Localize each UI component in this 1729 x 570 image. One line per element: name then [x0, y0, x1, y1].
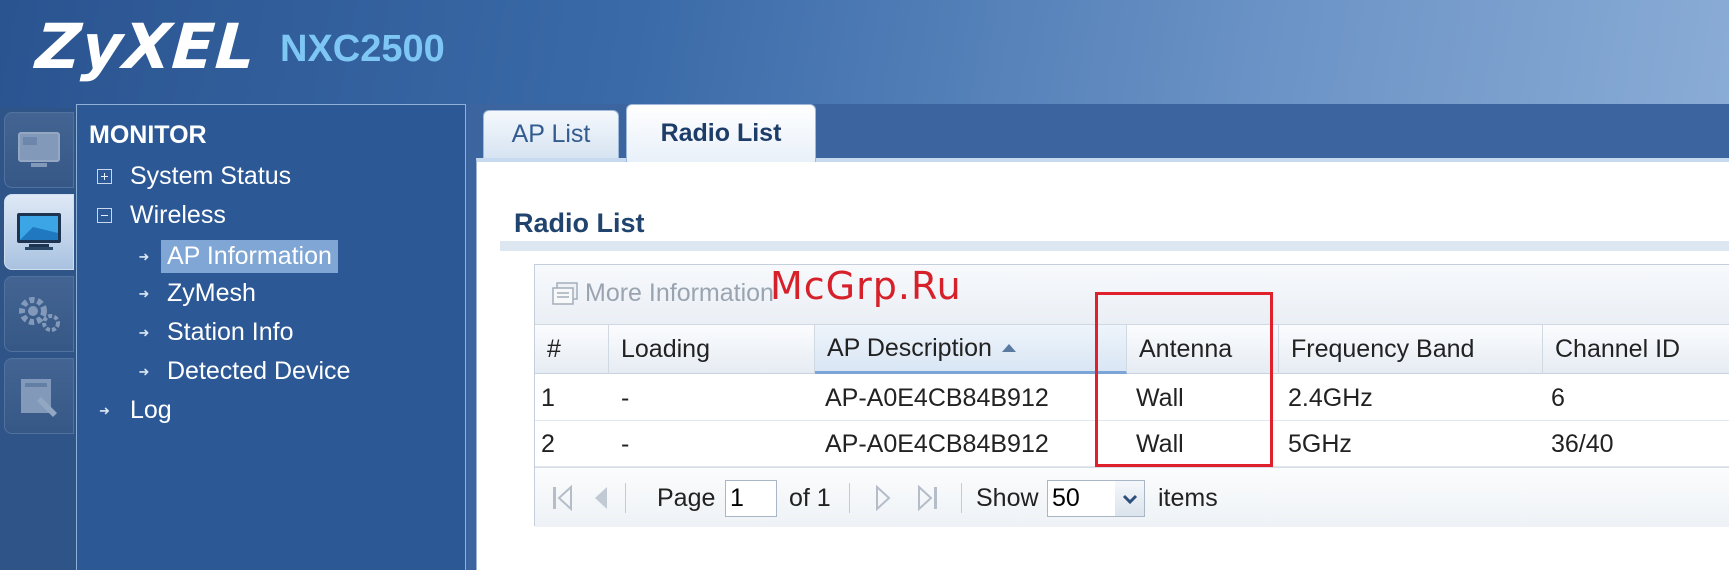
expand-plus-icon[interactable]	[97, 169, 112, 184]
show-label: Show	[976, 483, 1039, 512]
menu-item-label: System Status	[130, 162, 292, 190]
more-information-label: More Information	[585, 279, 774, 307]
cell-channel-id: 6	[1551, 383, 1565, 412]
menu-item-label: Wireless	[130, 201, 226, 229]
brand-logo: ZyXEL	[33, 10, 259, 83]
tab-ap-list[interactable]: AP List	[483, 110, 619, 158]
first-page-button[interactable]	[551, 468, 575, 528]
menu-item-label: Detected Device	[167, 357, 351, 385]
menu-item-log[interactable]: ➜ Log	[97, 396, 172, 425]
next-page-button[interactable]	[873, 468, 893, 528]
menu-item-wireless[interactable]: Wireless	[97, 201, 226, 230]
menu-item-zymesh[interactable]: ➜ ZyMesh	[133, 279, 256, 308]
watermark-text: McGrp.Ru	[770, 264, 962, 308]
arrow-bullet-icon: ➜	[138, 248, 150, 264]
more-information-icon	[552, 281, 578, 305]
pager-separator	[625, 483, 626, 513]
menu-title: MONITOR	[89, 121, 207, 149]
column-label: Channel ID	[1555, 335, 1681, 363]
arrow-bullet-icon: ➜	[99, 402, 110, 418]
model-name: NXC2500	[280, 28, 445, 70]
page-count-label: of 1	[789, 483, 831, 512]
cell-channel-id: 36/40	[1551, 429, 1614, 458]
menu-item-label: Log	[130, 396, 172, 424]
column-header-number[interactable]: #	[535, 325, 609, 374]
monitor-icon[interactable]	[4, 194, 74, 270]
menu-item-system-status[interactable]: System Status	[97, 162, 291, 191]
antenna-highlight-box	[1095, 292, 1273, 467]
column-header-frequency-band[interactable]: Frequency Band	[1279, 325, 1543, 374]
pager-separator	[849, 483, 850, 513]
page-label: Page	[657, 483, 716, 512]
previous-page-button[interactable]	[591, 468, 611, 528]
page-title: Radio List	[514, 208, 645, 238]
dashboard-icon[interactable]	[4, 112, 74, 188]
configuration-icon[interactable]	[4, 276, 74, 352]
chevron-down-icon	[1122, 494, 1137, 504]
heading-divider	[500, 241, 1729, 251]
column-header-loading[interactable]: Loading	[609, 325, 815, 374]
maintenance-icon[interactable]	[4, 358, 74, 434]
menu-item-station-info[interactable]: ➜ Station Info	[133, 318, 294, 347]
cell-frequency-band: 2.4GHz	[1288, 383, 1373, 412]
navigation-menu: MONITOR System Status Wireless ➜ AP Info…	[76, 104, 466, 570]
page-size-select[interactable]: 50	[1047, 480, 1117, 517]
items-label: items	[1158, 483, 1218, 512]
column-header-ap-description[interactable]: AP Description	[815, 325, 1127, 374]
cell-ap-description: AP-A0E4CB84B912	[825, 383, 1049, 412]
cell-loading: -	[621, 429, 630, 458]
previous-page-icon	[595, 487, 607, 509]
column-label: Frequency Band	[1291, 335, 1475, 363]
icon-rail	[0, 108, 76, 570]
cell-ap-description: AP-A0E4CB84B912	[825, 429, 1049, 458]
menu-item-detected-device[interactable]: ➜ Detected Device	[133, 357, 351, 386]
menu-item-label: AP Information	[161, 240, 338, 273]
column-label: Loading	[621, 335, 710, 363]
menu-item-label: ZyMesh	[167, 279, 256, 307]
menu-item-label: Station Info	[167, 318, 294, 346]
cell-number: 1	[541, 383, 555, 412]
column-label: AP Description	[827, 333, 992, 362]
arrow-bullet-icon: ➜	[138, 363, 150, 379]
column-label: #	[547, 335, 561, 363]
page-size-dropdown-button[interactable]	[1115, 480, 1145, 517]
cell-loading: -	[621, 383, 630, 412]
tab-radio-list[interactable]: Radio List	[626, 104, 816, 162]
arrow-bullet-icon: ➜	[138, 285, 150, 301]
last-page-icon	[918, 485, 937, 511]
menu-item-ap-information[interactable]: ➜ AP Information	[133, 240, 338, 273]
last-page-button[interactable]	[915, 468, 939, 528]
pagination-bar: Page 1 of 1 Show 50 items	[535, 467, 1729, 527]
cell-number: 2	[541, 429, 555, 458]
column-header-channel-id[interactable]: Channel ID	[1543, 325, 1729, 374]
cell-frequency-band: 5GHz	[1288, 429, 1352, 458]
pager-separator	[961, 483, 962, 513]
collapse-minus-icon[interactable]	[97, 208, 112, 223]
next-page-icon	[876, 485, 891, 511]
arrow-bullet-icon: ➜	[138, 324, 150, 340]
first-page-icon	[553, 485, 572, 511]
page-number-input[interactable]: 1	[725, 480, 777, 517]
more-information-button[interactable]: More Information	[551, 279, 774, 308]
sort-ascending-icon	[1001, 344, 1016, 352]
